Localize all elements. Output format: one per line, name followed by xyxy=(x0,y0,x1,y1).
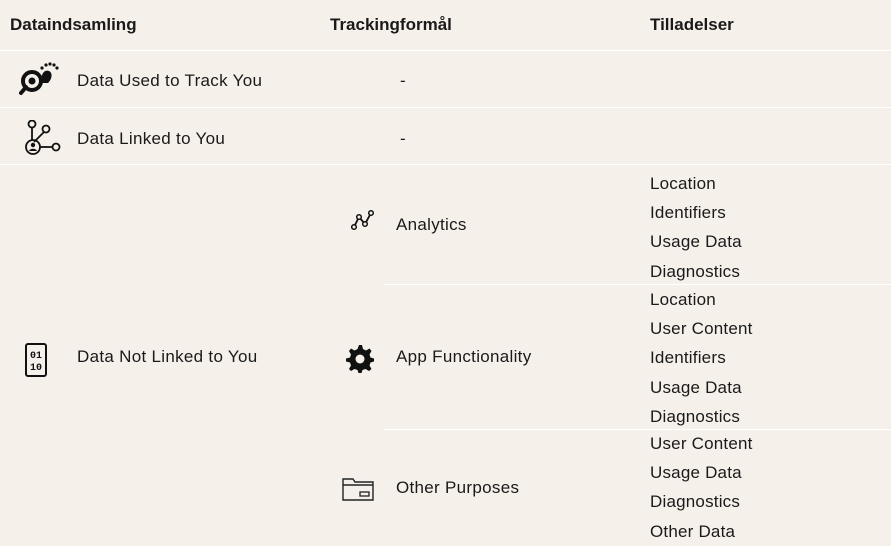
permission-item: Diagnostics xyxy=(650,406,741,426)
category-label: Data Used to Track You xyxy=(77,71,263,90)
permission-item: Diagnostics xyxy=(650,492,741,512)
gear-icon xyxy=(344,343,376,375)
svg-text:01: 01 xyxy=(30,351,42,362)
permission-item: Location xyxy=(650,290,716,309)
permission-item: Usage Data xyxy=(650,463,742,483)
permission-item: Location xyxy=(650,174,716,193)
person-network-icon xyxy=(24,120,64,156)
table-row-not-linked: 01 10 Data Not Linked to You Analytics L… xyxy=(0,165,891,541)
header-permissions: Tilladelser xyxy=(650,15,734,34)
svg-text:10: 10 xyxy=(30,363,42,374)
folder-icon xyxy=(340,475,376,503)
permission-item: Other Data xyxy=(650,521,736,541)
purpose-label: Other Purposes xyxy=(396,478,520,497)
group-divider xyxy=(383,429,891,430)
permission-item: Usage Data xyxy=(650,377,742,397)
header-tracking-purpose: Trackingformål xyxy=(330,15,452,34)
permission-list: User Content Usage Data Diagnostics Othe… xyxy=(650,429,753,546)
permission-list: Location Identifiers Usage Data Diagnost… xyxy=(650,169,742,286)
group-divider xyxy=(383,284,891,285)
permission-list: Location User Content Identifiers Usage … xyxy=(650,285,753,431)
permission-item: User Content xyxy=(650,434,753,453)
footprint-magnifier-icon xyxy=(18,61,62,97)
permission-item: Usage Data xyxy=(650,232,742,252)
binary-data-icon: 01 10 xyxy=(25,343,47,377)
category-label: Data Linked to You xyxy=(77,129,226,148)
permission-item: Identifiers xyxy=(650,203,726,223)
table-row-track: Data Used to Track You - xyxy=(0,51,891,108)
permission-item: User Content xyxy=(650,319,753,339)
header-data-collection: Dataindsamling xyxy=(10,15,137,34)
purpose-label: Analytics xyxy=(396,215,467,234)
table-header: Dataindsamling Trackingformål Tilladelse… xyxy=(0,0,891,51)
permission-item: Diagnostics xyxy=(650,261,741,281)
purpose-label: App Functionality xyxy=(396,347,532,366)
permission-item: Identifiers xyxy=(650,348,726,368)
analytics-line-icon xyxy=(351,209,379,231)
table-row-linked: Data Linked to You - xyxy=(0,108,891,165)
purpose-label: - xyxy=(400,71,406,90)
category-label: Data Not Linked to You xyxy=(77,347,258,366)
purpose-label: - xyxy=(400,129,406,148)
